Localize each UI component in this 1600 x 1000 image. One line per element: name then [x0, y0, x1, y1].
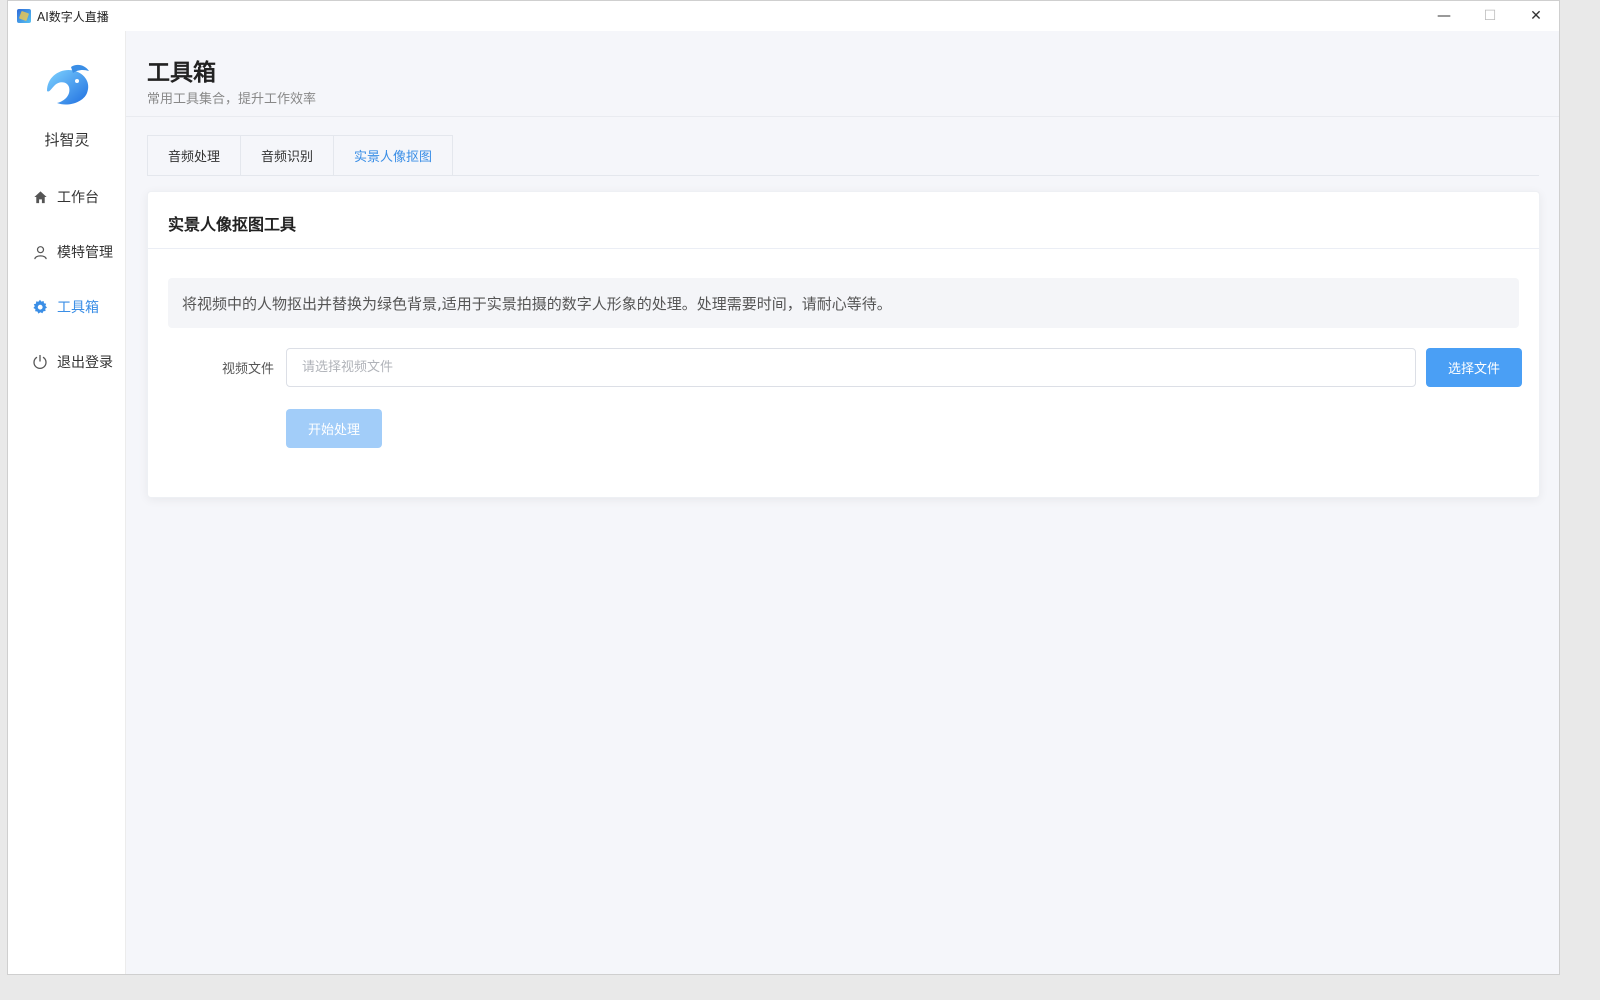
info-notice: 将视频中的人物抠出并替换为绿色背景,适用于实景拍摄的数字人形象的处理。处理需要时… [168, 278, 1519, 328]
brand-logo [47, 64, 89, 105]
page-title: 工具箱 [147, 60, 216, 86]
sidebar: 抖智灵 工作台 模特管理 工具箱 退出登录 [8, 31, 126, 974]
user-icon [32, 244, 48, 260]
video-file-label: 视频文件 [221, 362, 274, 377]
gear-icon [32, 299, 48, 315]
maximize-button[interactable]: ☐ [1467, 1, 1513, 31]
close-button[interactable]: ✕ [1513, 1, 1559, 31]
choose-file-button[interactable]: 选择文件 [1426, 348, 1522, 387]
sidebar-item-label: 退出登录 [57, 355, 113, 371]
page-subtitle: 常用工具集合，提升工作效率 [147, 92, 317, 107]
card-title: 实景人像抠图工具 [168, 215, 297, 234]
video-file-input[interactable] [286, 348, 1416, 387]
sidebar-item-toolbox[interactable]: 工具箱 [32, 295, 99, 319]
card-divider [148, 248, 1539, 249]
tabs-divider [147, 175, 1539, 176]
sidebar-item-logout[interactable]: 退出登录 [32, 350, 113, 374]
start-processing-button[interactable]: 开始处理 [286, 409, 382, 448]
sidebar-item-workbench[interactable]: 工作台 [32, 185, 99, 209]
sidebar-item-label: 工具箱 [57, 300, 99, 316]
app-window: AI数字人直播 — ☐ ✕ 抖智灵 工作台 模特管理 工具箱 退出登录 工具箱 … [7, 0, 1560, 975]
home-icon [32, 189, 48, 205]
header-divider [126, 116, 1559, 117]
app-icon [17, 9, 31, 23]
brand-name: 抖智灵 [44, 131, 90, 149]
tab-audio-recognition[interactable]: 音频识别 [241, 136, 335, 175]
tab-portrait-matting[interactable]: 实景人像抠图 [334, 136, 453, 175]
title-bar: AI数字人直播 — ☐ ✕ [8, 1, 1559, 31]
matting-tool-card: 实景人像抠图工具 将视频中的人物抠出并替换为绿色背景,适用于实景拍摄的数字人形象… [147, 191, 1540, 498]
sidebar-item-label: 工作台 [57, 190, 99, 206]
window-title: AI数字人直播 [37, 9, 109, 24]
tab-audio-processing[interactable]: 音频处理 [148, 136, 242, 175]
power-icon [32, 354, 48, 370]
minimize-button[interactable]: — [1421, 1, 1467, 31]
tool-tabs: 音频处理 音频识别 实景人像抠图 [147, 135, 454, 175]
sidebar-item-label: 模特管理 [57, 245, 113, 261]
main-content: 工具箱 常用工具集合，提升工作效率 音频处理 音频识别 实景人像抠图 实景人像抠… [126, 31, 1559, 974]
sidebar-item-models[interactable]: 模特管理 [32, 240, 113, 264]
window-controls: — ☐ ✕ [1421, 1, 1559, 31]
